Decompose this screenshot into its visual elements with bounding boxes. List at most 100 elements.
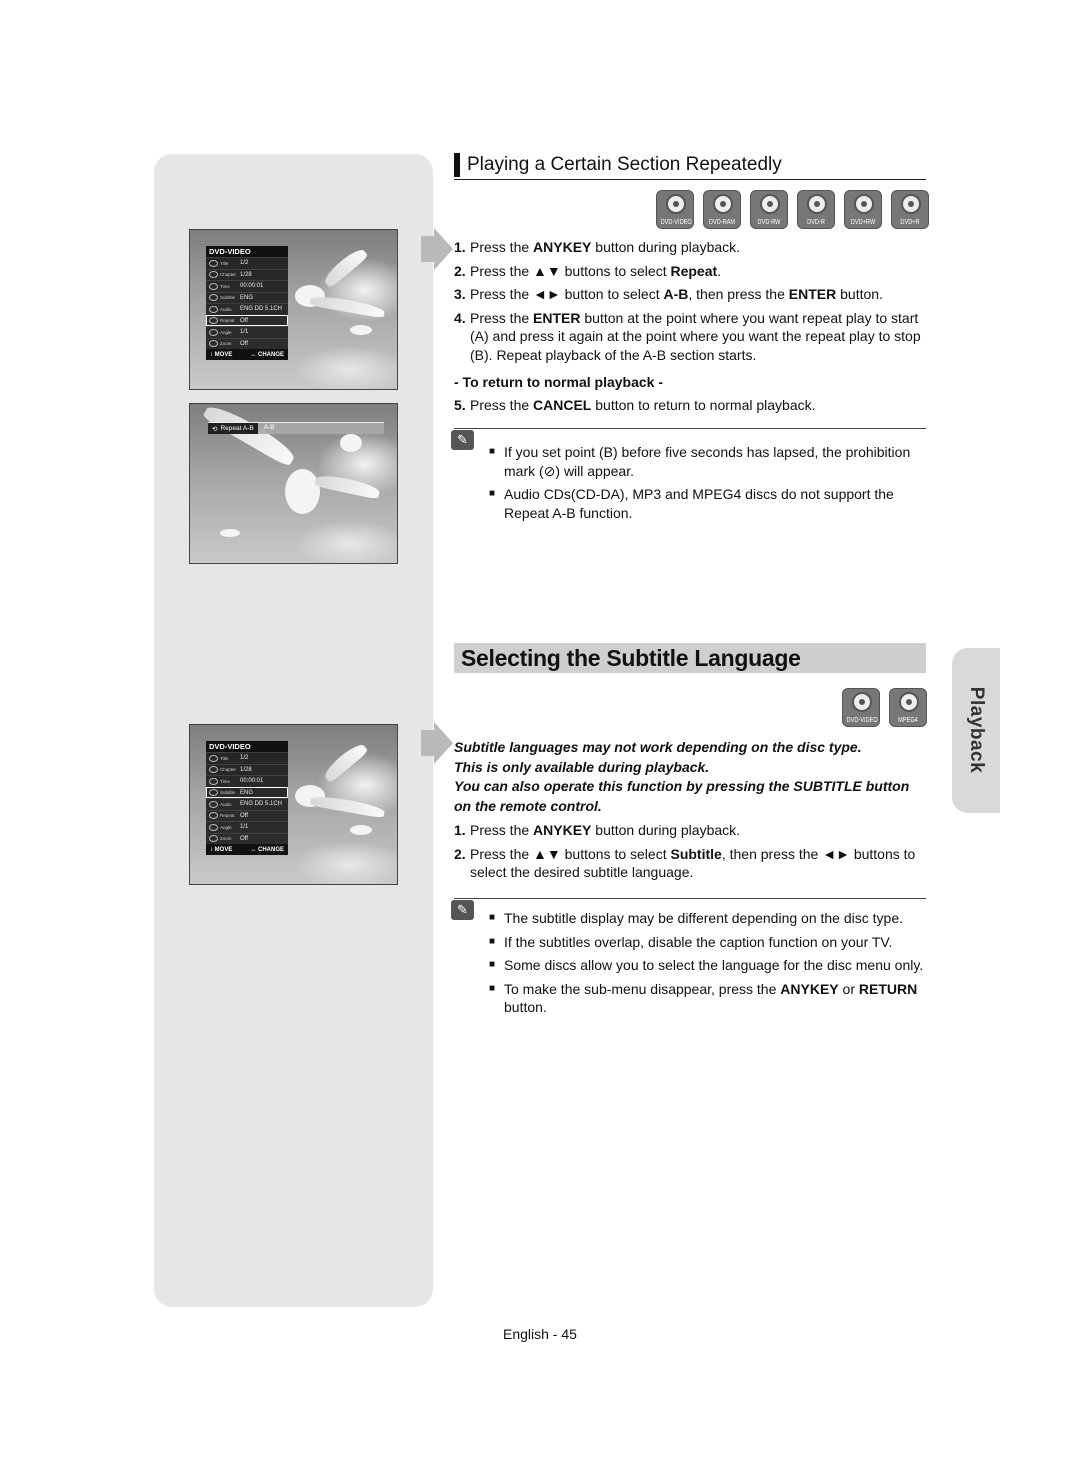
osd-header: DVD-VIDEO: [206, 246, 288, 257]
osd-value: 00:00:01: [240, 778, 264, 785]
osd-value: Off: [240, 812, 248, 819]
step-item: 2. Press the ▲▼ buttons to select Repeat.: [454, 262, 926, 281]
osd-menu: DVD-VIDEO Title 1/2 Chapter 1/28 Time 00:00:01…: [206, 246, 288, 360]
bullet-square-icon: ■: [489, 982, 496, 994]
page-number: English - 45: [503, 1326, 577, 1342]
screenshot-repeat-ab: ⟲ Repeat A-B A-B: [189, 403, 398, 564]
osd-key: Zoom: [220, 341, 232, 347]
step-arrow-icon: [421, 228, 453, 270]
osd-key: Time: [220, 283, 230, 289]
osd-value: 00:00:01: [240, 283, 264, 290]
osd-row-repeat: Repeat Off: [206, 809, 288, 822]
note-text: If you set point (B) before five seconds…: [504, 444, 911, 479]
bold-term: ENTER: [788, 286, 837, 302]
bullet-square-icon: ■: [489, 446, 496, 457]
disc-icon-dvd-rw: DVD-RW: [750, 190, 788, 229]
disc-icon-dvd-ram: DVD-RAM: [703, 190, 741, 229]
osd-row-title: Title 1/2: [206, 752, 288, 764]
osd-key: Subtitle: [220, 790, 236, 796]
osd-change-hint: ↔ CHANGE: [250, 846, 284, 853]
osd-key: Angle: [220, 329, 232, 335]
disc-label: DVD-VIDEO: [846, 717, 878, 724]
osd-change-hint: ↔ CHANGE: [250, 351, 284, 358]
osd-value: ENG DD 5.1CH: [240, 306, 283, 313]
step-number: 1.: [454, 239, 466, 255]
time-icon: [209, 282, 218, 290]
step-number: 1.: [454, 822, 466, 838]
osd-value: ENG DD 5.1CH: [240, 801, 283, 808]
osd-value: ENG: [240, 294, 254, 301]
screenshot-osd-subtitle: DVD-VIDEO Title 1/2 Chapter 1/28 Time 00:00:01…: [189, 724, 398, 885]
osd-move-hint: ↕ MOVE: [210, 846, 233, 853]
disc-label: MPEG4: [898, 717, 918, 724]
disc-icon-dvd-r: DVD-R: [797, 190, 835, 229]
step-number: 2.: [454, 262, 466, 279]
osd-row-zoom: Zoom Off: [206, 832, 288, 845]
osd-value: 1/1: [240, 824, 249, 831]
osd-footer: ↕ MOVE ↔ CHANGE: [206, 349, 288, 360]
osd-value: 1/28: [240, 766, 252, 773]
osd-key: Chapter: [220, 272, 237, 278]
osd-value: Off: [240, 835, 248, 842]
bold-term: ANYKEY: [780, 980, 839, 997]
section-title-subtitle: Selecting the Subtitle Language: [454, 643, 926, 673]
step-number: 3.: [454, 286, 466, 302]
subtitle-icon: [209, 789, 218, 797]
osd-row-chapter: Chapter 1/28: [206, 268, 288, 281]
osd-key: Repeat: [220, 813, 235, 819]
note-text: The subtitle display may be different de…: [504, 910, 903, 926]
osd-header: DVD-VIDEO: [206, 741, 288, 752]
disc-icon-dvd-r: DVD+R: [891, 190, 929, 229]
disc-label: DVD-RAM: [708, 219, 736, 226]
step-text: Press the ANYKEY button during playback.: [470, 822, 741, 838]
bold-term: ANYKEY: [533, 822, 592, 838]
osd-row-title: Title 1/2: [206, 257, 288, 269]
disc-ring-icon: [760, 194, 780, 214]
osd-key: Audio: [220, 801, 232, 807]
bold-term: Subtitle: [670, 845, 722, 862]
pencil-note-icon: ✎: [451, 430, 474, 450]
bold-term: ANYKEY: [533, 239, 592, 255]
title-icon: [209, 259, 218, 267]
bold-term: RETURN: [858, 980, 918, 997]
note-item: ■ If the subtitles overlap, disable the c…: [489, 933, 929, 952]
note-text: Some discs allow you to select the langu…: [504, 957, 924, 973]
osd-value: Off: [240, 317, 248, 324]
note-text: To make the sub-menu disappear, press th…: [504, 980, 918, 1016]
audio-icon: [209, 800, 218, 808]
disc-icon-mpeg4: MPEG4: [889, 688, 927, 727]
intro-line: You can also operate this function by pr…: [454, 778, 910, 814]
disc-ring-icon: [852, 692, 872, 712]
repeat-ab-value: A-B: [257, 423, 384, 434]
step-number: 4.: [454, 309, 466, 326]
note-text: Audio CDs(CD-DA), MP3 and MPEG4 discs do…: [504, 486, 894, 521]
step-5-text: Press the CANCEL button to return to nor…: [470, 397, 816, 413]
osd-value: ENG: [240, 789, 254, 796]
step-text: Press the ENTER button at the point wher…: [470, 309, 921, 363]
angle-icon: [209, 823, 218, 831]
step-text: Press the ▲▼ buttons to select Repeat.: [470, 262, 722, 279]
osd-row-chapter: Chapter 1/28: [206, 763, 288, 776]
step-5: 5. Press the CANCEL button to return to …: [454, 397, 816, 413]
osd-value: 1/2: [240, 260, 249, 267]
osd-key: Subtitle: [220, 295, 236, 301]
screenshot-osd-repeat: DVD-VIDEO Title 1/2 Chapter 1/28 Time 00:00:01…: [189, 229, 398, 390]
bold-term: CANCEL: [533, 397, 592, 413]
note-divider: [454, 898, 926, 899]
bold-term: A-B: [663, 286, 689, 302]
osd-value: Off: [240, 340, 248, 347]
disc-ring-icon: [854, 194, 874, 214]
repeat-ab-bar: ⟲ Repeat A-B A-B: [208, 422, 384, 434]
disc-icon-dvd-video: DVD-VIDEO: [842, 688, 880, 727]
disc-icons: DVD-VIDEO MPEG4: [842, 688, 927, 727]
osd-key: Repeat: [220, 318, 235, 324]
pencil-note-icon: ✎: [451, 900, 474, 920]
disc-label: DVD+RW: [850, 219, 876, 226]
osd-value: 1/28: [240, 271, 252, 278]
step-text: Press the ◄► button to select A-B, then …: [470, 286, 883, 302]
step-item: 1. Press the ANYKEY button during playbac…: [454, 238, 926, 257]
note-item: ■ Audio CDs(CD-DA), MP3 and MPEG4 discs d…: [489, 485, 929, 522]
step-number: 2.: [454, 845, 466, 862]
note-item: ■ To make the sub-menu disappear, press t…: [489, 980, 929, 1017]
bullet-square-icon: ■: [489, 935, 496, 947]
